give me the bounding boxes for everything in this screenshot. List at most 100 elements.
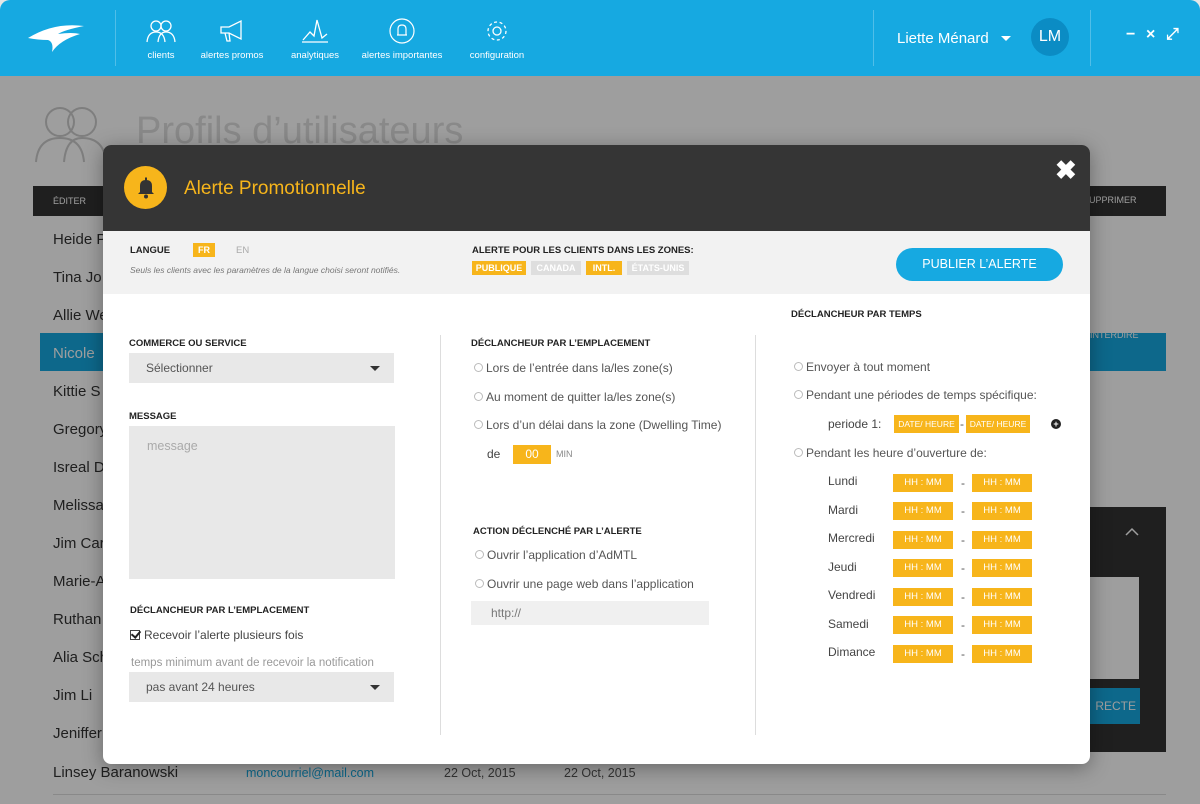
chevron-down-icon <box>370 685 380 690</box>
url-input[interactable]: http:// <box>471 601 709 625</box>
time-trigger-label: DÉCLANCHEUR PAR TEMPS <box>791 309 922 320</box>
chevron-down-icon <box>370 366 380 371</box>
radio-button[interactable] <box>794 362 803 371</box>
column-divider <box>440 335 441 735</box>
period-start-input[interactable]: DATE/ HEURE <box>894 415 959 433</box>
dash: - <box>961 647 965 661</box>
delay-input[interactable]: 00 <box>513 445 551 464</box>
nav-alertes-promos[interactable]: alertes promos <box>196 18 268 61</box>
radio-label: Au moment de quitter la/les zone(s) <box>486 390 676 404</box>
commerce-select[interactable]: Sélectionner <box>129 353 394 383</box>
day-open-time[interactable]: HH : MM <box>893 559 953 577</box>
publish-alert-button[interactable]: PUBLIER L’ALERTE <box>896 248 1063 281</box>
radio-specific-period[interactable]: Pendant une périodes de temps spécifique… <box>794 388 1037 402</box>
day-open-time[interactable]: HH : MM <box>893 531 953 549</box>
day-label: Mardi <box>828 503 859 517</box>
message-placeholder: message <box>147 439 198 453</box>
checkbox-label: Recevoir l’alerte plusieurs fois <box>144 628 304 642</box>
column-divider <box>755 335 756 735</box>
bell-icon <box>138 177 154 199</box>
nav-analytiques[interactable]: analytiques <box>288 18 342 61</box>
nav-clients[interactable]: clients <box>140 18 182 61</box>
clients-icon <box>146 20 176 43</box>
close-icon[interactable]: ✖ <box>1055 155 1077 186</box>
add-period-icon[interactable]: + <box>1051 419 1061 429</box>
radio-button[interactable] <box>474 363 483 372</box>
day-label: Lundi <box>828 474 858 488</box>
zone-publique[interactable]: PUBLIQUE <box>472 261 526 275</box>
day-close-time[interactable]: HH : MM <box>972 616 1032 634</box>
user-name[interactable]: Liette Ménard <box>897 30 989 47</box>
day-close-time[interactable]: HH : MM <box>972 502 1032 520</box>
dash: - <box>961 618 965 632</box>
dash: - <box>961 476 965 490</box>
zones-label: ALERTE POUR LES CLIENTS DANS LES ZONES: <box>472 245 694 256</box>
day-label: Mercredi <box>828 531 875 545</box>
radio-button[interactable] <box>474 420 483 429</box>
day-close-time[interactable]: HH : MM <box>972 559 1032 577</box>
radio-open-web[interactable]: Ouvrir une page web dans l’application <box>475 577 694 591</box>
radio-label: Envoyer à tout moment <box>806 360 931 374</box>
zone-canada[interactable]: CANADA <box>531 261 581 275</box>
day-close-time[interactable]: HH : MM <box>972 474 1032 492</box>
delay-prefix: de <box>487 447 501 461</box>
lang-fr-toggle[interactable]: FR <box>193 243 215 257</box>
chevron-down-icon[interactable] <box>1001 36 1011 41</box>
radio-anytime[interactable]: Envoyer à tout moment <box>794 360 930 374</box>
min-time-select[interactable]: pas avant 24 heures <box>129 672 394 702</box>
day-open-time[interactable]: HH : MM <box>893 474 953 492</box>
radio-button[interactable] <box>794 390 803 399</box>
radio-dwelling[interactable]: Lors d’un délai dans la zone (Dwelling T… <box>474 418 721 432</box>
radio-button[interactable] <box>475 579 484 588</box>
day-open-time[interactable]: HH : MM <box>893 645 953 663</box>
megaphone-icon <box>220 19 242 42</box>
select-value: pas avant 24 heures <box>146 680 255 694</box>
language-label: LANGUE <box>130 245 171 256</box>
radio-opening-hours[interactable]: Pendant les heure d’ouverture de: <box>794 446 987 460</box>
top-bar: clients alertes promos analytiques alert… <box>0 0 1200 76</box>
day-label: Samedi <box>828 617 869 631</box>
radio-button[interactable] <box>474 392 483 401</box>
radio-open-app[interactable]: Ouvrir l’application d’AdMTL <box>475 548 637 562</box>
day-label: Jeudi <box>828 560 857 574</box>
day-close-time[interactable]: HH : MM <box>972 588 1032 606</box>
radio-button[interactable] <box>475 550 484 559</box>
day-close-time[interactable]: HH : MM <box>972 645 1032 663</box>
expand-icon[interactable]: ⤢ <box>1166 26 1179 44</box>
bell-badge <box>124 166 167 209</box>
zone-etats-unis[interactable]: ÉTATS-UNIS <box>627 261 689 275</box>
close-icon[interactable]: × <box>1146 26 1155 44</box>
dash: - <box>961 504 965 518</box>
dash: - <box>961 561 965 575</box>
bell-icon <box>389 18 415 44</box>
avatar[interactable]: LM <box>1031 18 1069 56</box>
analytics-icon <box>302 19 328 43</box>
radio-button[interactable] <box>794 448 803 457</box>
radio-enter-zone[interactable]: Lors de l’entrée dans la/les zone(s) <box>474 361 673 375</box>
zone-intl[interactable]: INTL. <box>586 261 622 275</box>
day-open-time[interactable]: HH : MM <box>893 588 953 606</box>
message-label: MESSAGE <box>129 411 177 422</box>
repeat-checkbox[interactable]: Recevoir l’alerte plusieurs fois <box>130 628 303 642</box>
day-close-time[interactable]: HH : MM <box>972 531 1032 549</box>
divider <box>1090 10 1091 66</box>
action-label: ACTION DÉCLENCHÉ PAR L’ALERTE <box>473 526 642 537</box>
lang-en-toggle[interactable]: EN <box>236 245 249 256</box>
radio-leave-zone[interactable]: Au moment de quitter la/les zone(s) <box>474 390 675 404</box>
nav-configuration[interactable]: configuration <box>466 18 528 61</box>
day-open-time[interactable]: HH : MM <box>893 502 953 520</box>
day-open-time[interactable]: HH : MM <box>893 616 953 634</box>
minimize-icon[interactable]: − <box>1126 26 1135 44</box>
alert-modal: Alerte Promotionnelle ✖ LANGUE FR EN Seu… <box>103 145 1090 764</box>
message-input[interactable]: message <box>129 426 395 579</box>
trigger-label: DÉCLANCHEUR PAR L’EMPLACEMENT <box>130 605 310 616</box>
nav-label: alertes importantes <box>361 50 443 61</box>
checkbox-checked[interactable] <box>130 630 140 640</box>
day-label: Vendredi <box>828 588 876 602</box>
nav-alertes-importantes[interactable]: alertes importantes <box>360 18 444 61</box>
nav-label: analytiques <box>290 50 340 61</box>
period-end-input[interactable]: DATE/ HEURE <box>966 415 1030 433</box>
nav-label: clients <box>147 50 175 61</box>
radio-label: Pendant une périodes de temps spécifique… <box>806 388 1037 402</box>
logo-icon <box>28 25 84 52</box>
